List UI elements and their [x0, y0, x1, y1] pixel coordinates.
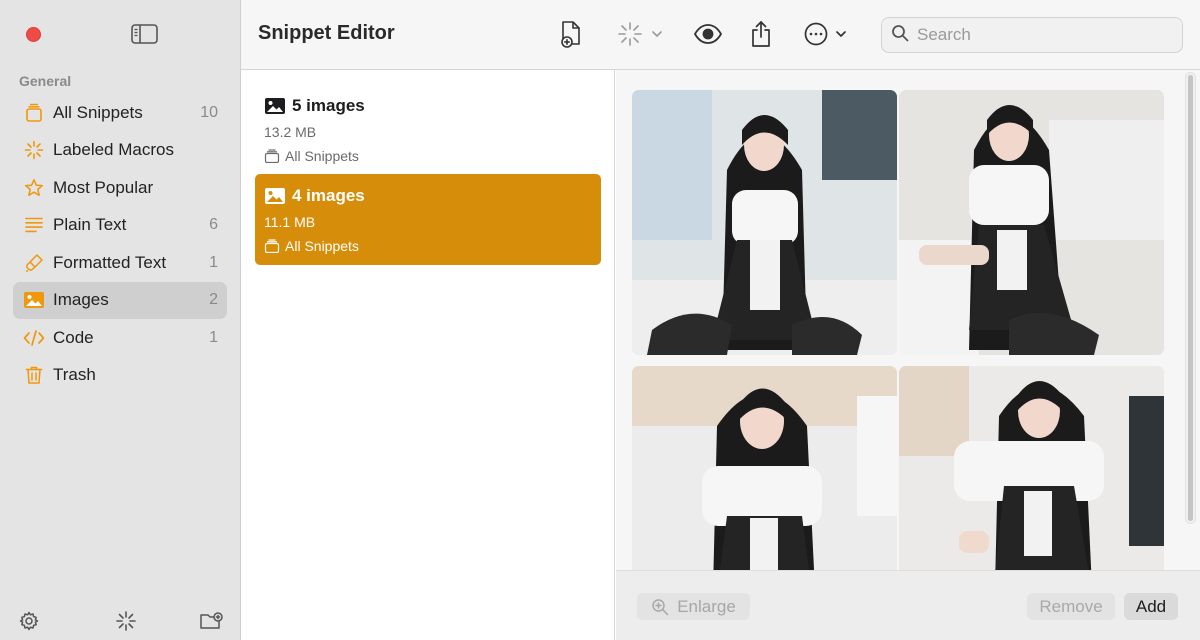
snippet-title: 5 images — [292, 96, 365, 115]
stack-icon — [264, 149, 280, 164]
sparkle-icon — [23, 139, 45, 161]
image-grid — [632, 90, 1164, 570]
sidebar-item-count: 10 — [200, 103, 218, 121]
snippet-folder: All Snippets — [285, 148, 359, 164]
toolbar: Snippet Editor — [241, 0, 1200, 70]
photo-icon — [264, 187, 286, 205]
share-icon[interactable] — [749, 20, 773, 48]
sparkle-icon[interactable] — [115, 610, 137, 632]
new-folder-icon[interactable] — [199, 610, 223, 632]
sidebar-item-labeled-macros[interactable]: Labeled Macros — [13, 132, 227, 170]
lines-icon — [23, 214, 45, 236]
add-button[interactable]: Add — [1124, 593, 1178, 620]
list-item[interactable]: 5 images 13.2 MB All Snippets — [255, 84, 601, 175]
photo-icon — [23, 289, 45, 311]
sidebar-footer — [0, 600, 241, 640]
more-options-icon[interactable] — [803, 20, 851, 48]
list-item-selected[interactable]: 4 images 11.1 MB All Snippets — [255, 174, 601, 265]
image-thumbnail[interactable] — [632, 90, 897, 355]
enlarge-label: Enlarge — [677, 596, 736, 616]
stack-icon — [23, 102, 45, 124]
sidebar-item-most-popular[interactable]: Most Popular — [13, 169, 227, 207]
image-thumbnail[interactable] — [899, 366, 1164, 570]
sidebar-item-count: 1 — [209, 253, 218, 271]
sidebar-item-all-snippets[interactable]: All Snippets 10 — [13, 94, 227, 132]
sidebar-item-images[interactable]: Images 2 — [13, 281, 227, 319]
sidebar-item-count: 6 — [209, 216, 218, 234]
snippet-size: 11.1 MB — [264, 214, 316, 230]
sidebar-item-plain-text[interactable]: Plain Text 6 — [13, 207, 227, 245]
new-snippet-icon[interactable] — [559, 20, 585, 48]
gear-icon[interactable] — [18, 610, 40, 632]
enlarge-button[interactable]: Enlarge — [637, 593, 750, 620]
zoom-in-icon — [651, 598, 669, 616]
sidebar-item-formatted-text[interactable]: Formatted Text 1 — [13, 244, 227, 282]
stack-icon — [264, 239, 280, 254]
search-field[interactable] — [881, 17, 1183, 53]
sidebar-item-label: Trash — [53, 365, 96, 385]
sidebar-item-label: Plain Text — [53, 215, 127, 235]
snippet-folder: All Snippets — [285, 238, 359, 254]
brush-icon — [23, 252, 45, 274]
eye-icon[interactable] — [693, 20, 723, 48]
image-thumbnail[interactable] — [632, 366, 897, 570]
image-thumbnail[interactable] — [899, 90, 1164, 355]
sidebar-item-label: Images — [53, 290, 109, 310]
sidebar-item-label: All Snippets — [53, 102, 143, 122]
sidebar-item-label: Formatted Text — [53, 252, 167, 272]
snippet-title: 4 images — [292, 186, 365, 205]
remove-button[interactable]: Remove — [1027, 593, 1115, 620]
search-input[interactable] — [917, 25, 1157, 45]
sidebar-item-label: Code — [53, 327, 94, 347]
code-icon — [23, 327, 45, 349]
scrollbar[interactable] — [1185, 72, 1196, 524]
sidebar-item-count: 2 — [209, 291, 218, 309]
sidebar-item-trash[interactable]: Trash — [13, 357, 227, 395]
photo-icon — [264, 97, 286, 115]
close-window-button[interactable] — [26, 27, 41, 42]
snippet-size: 13.2 MB — [264, 124, 317, 140]
sidebar-item-label: Most Popular — [53, 177, 154, 197]
preview-action-bar: Enlarge Remove Add — [616, 570, 1200, 640]
sidebar-toggle-icon[interactable] — [131, 24, 158, 44]
sidebar-nav: All Snippets 10 Labeled Macros Most Popu… — [13, 94, 227, 394]
window-title: Snippet Editor — [258, 22, 395, 44]
sidebar: General All Snippets 10 Labeled Macros M… — [0, 0, 241, 640]
sidebar-item-label: Labeled Macros — [53, 140, 174, 160]
sparkle-menu-icon[interactable] — [617, 20, 665, 48]
trash-icon — [23, 364, 45, 386]
sidebar-item-count: 1 — [209, 328, 218, 346]
search-icon — [891, 24, 909, 47]
scrollbar-thumb[interactable] — [1188, 75, 1193, 521]
section-label-general: General — [19, 73, 72, 89]
snippet-list: 5 images 13.2 MB All Snippets 4 images 1… — [242, 70, 615, 640]
sidebar-item-code[interactable]: Code 1 — [13, 319, 227, 357]
preview-pane: Enlarge Remove Add — [616, 70, 1200, 640]
star-icon — [23, 177, 45, 199]
